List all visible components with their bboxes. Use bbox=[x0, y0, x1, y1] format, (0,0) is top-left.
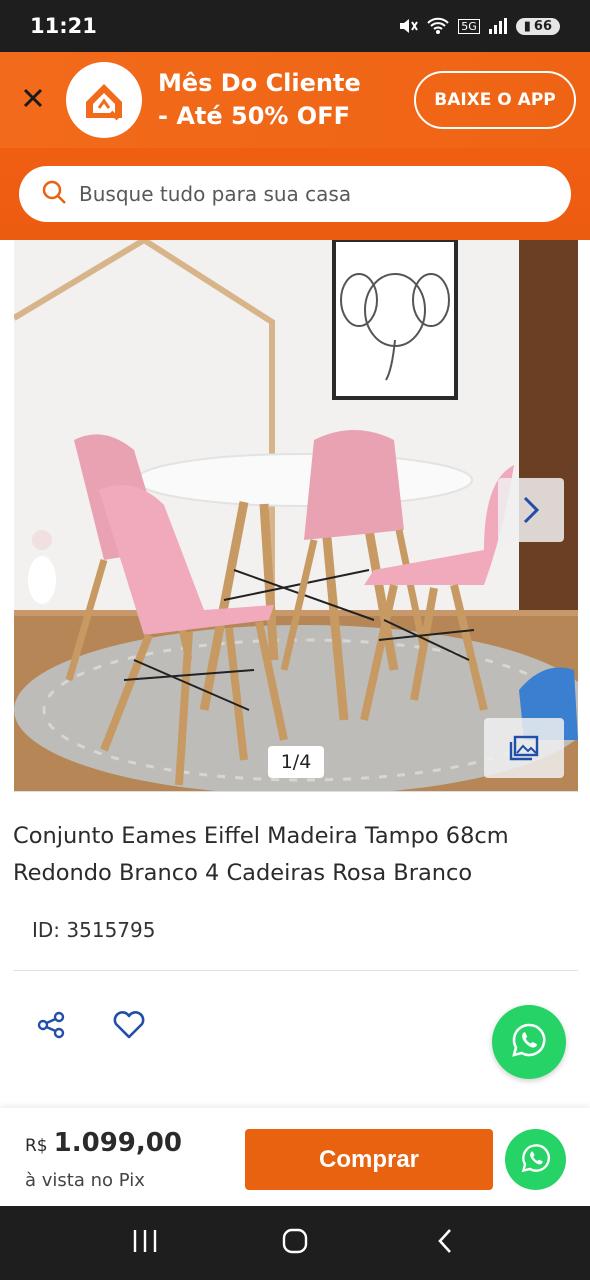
close-icon bbox=[22, 87, 44, 113]
promo-headline: Mês Do Cliente bbox=[158, 69, 361, 97]
chevron-right-icon bbox=[521, 495, 541, 525]
search-input[interactable] bbox=[79, 182, 519, 206]
search-bar bbox=[0, 148, 590, 240]
image-counter: 1/4 bbox=[268, 746, 324, 778]
house-logo-icon bbox=[77, 73, 131, 127]
back-button[interactable] bbox=[415, 1213, 475, 1273]
heart-icon bbox=[112, 1010, 146, 1044]
battery-icon: ▮ bbox=[523, 18, 531, 34]
whatsapp-button[interactable] bbox=[505, 1129, 566, 1190]
product-photo bbox=[14, 240, 578, 791]
divider bbox=[13, 970, 578, 971]
whatsapp-icon bbox=[510, 1021, 548, 1063]
whatsapp-icon bbox=[520, 1142, 552, 1178]
next-image-button[interactable] bbox=[498, 478, 564, 542]
app-promo-banner: Mês Do Cliente - Até 50% OFF BAIXE O APP bbox=[0, 52, 590, 148]
product-title: Conjunto Eames Eiffel Madeira Tampo 68cm… bbox=[13, 823, 509, 886]
recent-apps-button[interactable] bbox=[115, 1213, 175, 1273]
mute-icon bbox=[398, 17, 419, 35]
home-button[interactable] bbox=[265, 1213, 325, 1273]
status-icons: 5G ▮ 66 bbox=[398, 17, 560, 35]
promo-subheadline: - Até 50% OFF bbox=[158, 102, 350, 130]
product-image-gallery[interactable]: 1/4 bbox=[14, 240, 578, 792]
view-gallery-button[interactable] bbox=[484, 718, 564, 778]
search-box[interactable] bbox=[19, 166, 571, 222]
status-time: 11:21 bbox=[30, 14, 97, 38]
recents-icon bbox=[131, 1228, 159, 1258]
price: R$ 1.099,00 bbox=[25, 1128, 182, 1158]
system-nav-bar bbox=[0, 1206, 590, 1280]
price-value: 1.099,00 bbox=[53, 1128, 182, 1158]
favorite-button[interactable] bbox=[110, 1010, 148, 1044]
payment-note: à vista no Pix bbox=[25, 1170, 145, 1191]
close-banner-button[interactable] bbox=[0, 52, 66, 148]
search-icon bbox=[41, 179, 67, 209]
share-icon bbox=[36, 1010, 66, 1044]
back-icon bbox=[435, 1227, 455, 1259]
promo-text: Mês Do Cliente - Até 50% OFF bbox=[158, 67, 361, 133]
download-app-button[interactable]: BAIXE O APP bbox=[414, 71, 576, 129]
buy-button[interactable]: Comprar bbox=[245, 1129, 493, 1190]
gallery-icon bbox=[509, 735, 539, 761]
network-type-label: 5G bbox=[458, 18, 480, 34]
price-currency: R$ bbox=[25, 1136, 48, 1156]
product-id: ID: 3515795 bbox=[32, 918, 156, 942]
app-logo bbox=[66, 62, 142, 138]
battery-level: 66 bbox=[533, 18, 552, 34]
whatsapp-float-button[interactable] bbox=[492, 1005, 566, 1079]
home-icon bbox=[281, 1227, 309, 1259]
wifi-icon bbox=[426, 17, 450, 35]
battery-indicator: ▮ 66 bbox=[515, 17, 560, 35]
share-button[interactable] bbox=[34, 1010, 68, 1044]
signal-icon bbox=[488, 17, 508, 35]
status-bar: 11:21 5G ▮ 66 bbox=[0, 0, 590, 52]
purchase-bar: R$ 1.099,00 à vista no Pix Comprar bbox=[0, 1108, 590, 1206]
